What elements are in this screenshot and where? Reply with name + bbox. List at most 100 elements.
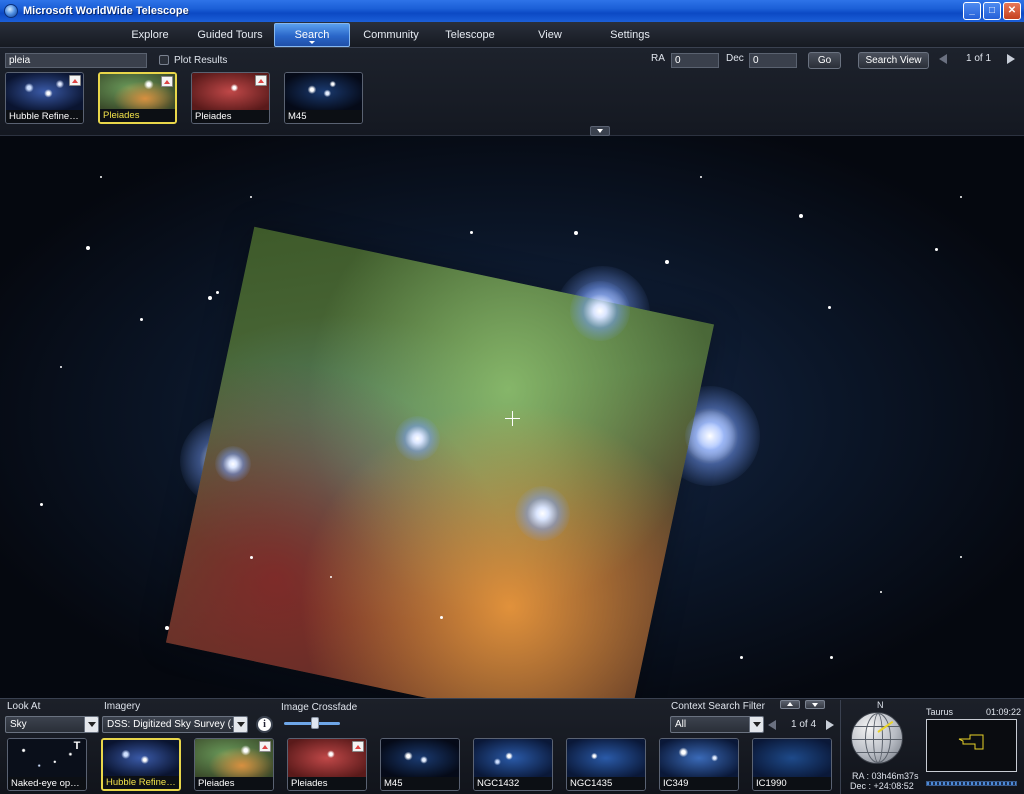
scroll-down-button[interactable] — [805, 700, 825, 709]
star — [100, 176, 102, 178]
go-button[interactable]: Go — [808, 52, 841, 69]
star — [935, 248, 938, 251]
telescope-globe-icon — [4, 4, 18, 18]
ra-input[interactable] — [671, 53, 719, 68]
star — [250, 196, 252, 198]
context-thumbnail[interactable]: M45 — [380, 738, 460, 791]
look-at-label: Look At — [7, 701, 41, 712]
title-bar: Microsoft WorldWide Telescope _ □ ✕ — [0, 0, 1024, 22]
chevron-right-icon[interactable] — [1007, 54, 1015, 64]
north-label: N — [877, 700, 884, 710]
maximize-icon: □ — [988, 5, 996, 16]
menu-search[interactable]: Search — [274, 23, 350, 47]
bright-star — [395, 416, 440, 461]
tour-badge-icon: T — [73, 740, 81, 752]
image-crossfade-label: Image Crossfade — [281, 702, 358, 713]
context-thumbnail-label: Pleiades — [288, 777, 366, 790]
crosshair-icon — [505, 411, 520, 426]
bright-star — [685, 411, 735, 461]
menu-explore[interactable]: Explore — [118, 25, 182, 45]
chevron-down-icon — [749, 717, 763, 732]
star — [574, 231, 578, 235]
search-result-item[interactable]: M45 — [284, 72, 363, 124]
context-search-filter-label: Context Search Filter — [671, 701, 765, 712]
search-result-label: M45 — [285, 110, 362, 123]
context-thumbnail[interactable]: IC1990 — [752, 738, 832, 791]
sky-view[interactable] — [0, 136, 1024, 698]
search-result-label: Pleiades — [100, 109, 175, 122]
context-thumbnail[interactable]: NGC1435 — [566, 738, 646, 791]
dec-input[interactable] — [749, 53, 797, 68]
imagery-dropdown[interactable]: DSS: Digitized Sky Survey (... — [102, 716, 248, 733]
context-thumbnail[interactable]: Pleiades — [194, 738, 274, 791]
menu-community[interactable]: Community — [356, 25, 426, 45]
star — [165, 626, 169, 630]
constellation-name: Taurus — [926, 707, 954, 717]
constellation-outline-icon — [958, 734, 984, 750]
search-view-button[interactable]: Search View — [858, 52, 929, 69]
context-thumbnail[interactable]: T Naked-eye open... — [7, 738, 87, 791]
context-thumbnail-label: Hubble Refines D... — [103, 776, 179, 789]
search-page-indicator: 1 of 1 — [966, 53, 992, 64]
menu-telescope[interactable]: Telescope — [436, 25, 504, 45]
star — [830, 656, 833, 659]
star — [216, 291, 219, 294]
star — [330, 576, 332, 578]
info-icon[interactable]: i — [256, 716, 273, 733]
chevron-right-icon[interactable] — [826, 720, 834, 730]
menu-view[interactable]: View — [525, 25, 575, 45]
star — [440, 616, 443, 619]
panel-divider — [840, 700, 841, 794]
context-thumbnail-label: NGC1432 — [474, 777, 552, 790]
search-result-item[interactable]: Pleiades — [98, 72, 177, 124]
clock-time: 01:09:22 — [986, 707, 1022, 717]
plot-results-label: Plot Results — [174, 55, 228, 66]
context-thumbnail[interactable]: Pleiades — [287, 738, 367, 791]
window-controls: _ □ ✕ — [963, 2, 1021, 20]
minimize-icon: _ — [969, 5, 975, 16]
context-thumbnail-label: IC349 — [660, 777, 738, 790]
search-input[interactable] — [5, 53, 147, 68]
context-filter-dropdown[interactable]: All — [670, 716, 764, 733]
context-thumbnail[interactable]: Hubble Refines D... — [101, 738, 181, 791]
context-thumbnail-label: IC1990 — [753, 777, 831, 790]
app-window: Microsoft WorldWide Telescope _ □ ✕ Expl… — [0, 0, 1024, 794]
menu-settings[interactable]: Settings — [600, 25, 660, 45]
search-result-item[interactable]: Pleiades — [191, 72, 270, 124]
scroll-up-button[interactable] — [780, 700, 800, 709]
bright-star — [515, 486, 570, 541]
collapse-panel-button[interactable] — [590, 126, 610, 136]
context-thumbnail-label: Naked-eye open... — [8, 777, 86, 790]
menu-guided-tours[interactable]: Guided Tours — [190, 25, 270, 45]
chevron-left-icon[interactable] — [939, 54, 947, 64]
chevron-down-icon — [84, 717, 98, 732]
main-menu: Explore Guided Tours Search Community Te… — [0, 22, 1024, 48]
crossfade-slider-thumb[interactable] — [310, 717, 319, 729]
time-scrubber[interactable] — [926, 781, 1017, 786]
search-result-label: Hubble Refines D... — [6, 110, 83, 123]
chevron-left-icon[interactable] — [768, 720, 776, 730]
image-badge-icon — [255, 75, 267, 86]
search-result-item[interactable]: Hubble Refines D... — [5, 72, 84, 124]
plot-results-checkbox[interactable] — [159, 55, 169, 65]
context-page-indicator: 1 of 4 — [791, 719, 817, 730]
context-thumbnail-label: Pleiades — [195, 777, 273, 790]
dec-readout: Dec : +24:08:52 — [850, 781, 914, 791]
close-icon: ✕ — [1007, 5, 1017, 16]
look-at-dropdown[interactable]: Sky — [5, 716, 99, 733]
globe-icon[interactable] — [851, 712, 903, 764]
star — [470, 231, 473, 234]
minimize-button[interactable]: _ — [963, 2, 981, 20]
search-result-label: Pleiades — [192, 110, 269, 123]
star — [208, 296, 212, 300]
close-button[interactable]: ✕ — [1003, 2, 1021, 20]
context-thumbnail[interactable]: NGC1432 — [473, 738, 553, 791]
maximize-button[interactable]: □ — [983, 2, 1001, 20]
star — [799, 214, 803, 218]
context-thumbnail[interactable]: IC349 — [659, 738, 739, 791]
ra-label: RA — [651, 53, 665, 64]
bright-star — [215, 446, 251, 482]
dec-label: Dec — [726, 53, 744, 64]
bright-star — [570, 281, 630, 341]
star — [60, 366, 62, 368]
